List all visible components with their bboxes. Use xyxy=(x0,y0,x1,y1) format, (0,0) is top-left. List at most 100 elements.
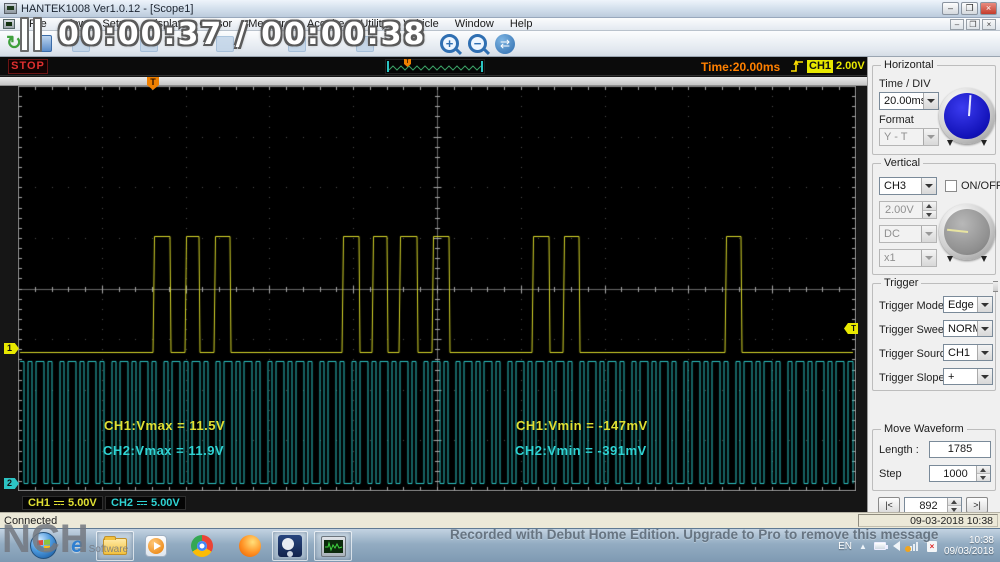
chevron-down-icon[interactable] xyxy=(923,93,938,109)
ch1-badge-value: 5.00V xyxy=(68,497,97,509)
ch2-scale-badge[interactable]: CH2 5.00V xyxy=(105,496,186,510)
trigger-slope-select[interactable]: + xyxy=(943,368,993,385)
menu-item-utility[interactable]: Utility xyxy=(352,18,395,30)
debut-icon xyxy=(278,535,302,557)
mdi-restore-button[interactable]: ❐ xyxy=(966,19,980,30)
zoom-in-icon[interactable]: + xyxy=(440,34,459,53)
toolbar-icon[interactable] xyxy=(288,36,306,52)
trigger-mode-select[interactable]: Edge xyxy=(943,296,993,313)
taskbar-ie[interactable]: e xyxy=(62,531,92,561)
menu-item-view[interactable]: View xyxy=(55,18,95,30)
media-player-icon xyxy=(145,535,167,557)
speaker-icon[interactable] xyxy=(892,541,900,551)
app-icon xyxy=(4,3,17,14)
go-last-button[interactable]: >| xyxy=(966,497,988,513)
taskbar-explorer[interactable] xyxy=(96,531,134,561)
save-icon[interactable] xyxy=(34,35,52,52)
taskbar-hantek[interactable] xyxy=(314,531,352,561)
trigger-sweep-select[interactable]: NORMAL xyxy=(943,320,993,337)
horizontal-position-bar[interactable] xyxy=(0,77,867,86)
taskbar-clock[interactable]: 10:38 09/03/2018 xyxy=(944,535,994,557)
vertical-offset-knob[interactable] xyxy=(939,204,995,262)
time-div-select[interactable]: 20.00ms xyxy=(879,92,939,110)
spin-up-icon xyxy=(948,498,961,506)
panel-splitter-grip[interactable] xyxy=(993,281,998,292)
format-label: Format xyxy=(879,114,914,126)
ch2-vmax-readout: CH2:Vmax = 11.9V xyxy=(103,443,225,458)
ch2-badge-label: CH2 xyxy=(111,497,134,509)
close-button[interactable]: × xyxy=(980,2,997,15)
trigger-row-label: Trigger Slope xyxy=(879,372,945,384)
menu-item-cursor[interactable]: Cursor xyxy=(191,18,240,30)
network-icon[interactable] xyxy=(904,541,920,552)
ch1-scale-badge[interactable]: CH1 5.00V xyxy=(22,496,103,510)
mdi-close-button[interactable]: × xyxy=(982,19,996,30)
chevron-down-icon xyxy=(923,129,938,145)
menu-item-setup[interactable]: Setup xyxy=(94,18,139,30)
minimize-button[interactable]: – xyxy=(942,2,959,15)
move-waveform-group: Move Waveform Length : 1785 Step 1000 xyxy=(872,423,996,491)
ch2-vmin-readout: CH2:Vmin = -391mV xyxy=(515,443,647,458)
toolbar-icon[interactable] xyxy=(72,36,90,52)
ch1-position-marker[interactable]: 1 xyxy=(4,343,19,354)
chevron-down-icon[interactable] xyxy=(977,345,992,360)
toolbar-icon[interactable] xyxy=(140,36,158,52)
menu-item-file[interactable]: File xyxy=(21,18,55,30)
chevron-down-icon[interactable] xyxy=(977,321,992,336)
menu-item-window[interactable]: Window xyxy=(447,18,502,30)
volts-div-spinner: 2.00V xyxy=(879,201,937,219)
toolbar-icon[interactable] xyxy=(356,36,374,52)
menu-item-vehicle[interactable]: Vehicle xyxy=(395,18,446,30)
preview-left-bracket[interactable] xyxy=(387,61,389,72)
ch2-position-marker[interactable]: 2 xyxy=(4,478,19,489)
preview-right-bracket[interactable] xyxy=(481,61,483,72)
menu-item-measure[interactable]: Measure xyxy=(240,18,299,30)
waveform-preview[interactable]: T xyxy=(385,59,485,74)
mdi-minimize-button[interactable]: – xyxy=(950,19,964,30)
menu-items: File View Setup Display Cursor Measure Acquire… xyxy=(21,18,540,30)
vertical-group: Vertical CH3 ON/OFF 2.00V DC x1 xyxy=(872,157,1000,275)
step-spinner[interactable]: 1000 xyxy=(929,465,991,482)
menu-item-help[interactable]: Help xyxy=(502,18,541,30)
start-button[interactable] xyxy=(30,532,57,559)
length-value-box: 1785 xyxy=(929,441,991,458)
trigger-row-label: Trigger Sweep xyxy=(879,324,951,336)
taskbar-firefox[interactable] xyxy=(234,531,266,561)
action-center-flag-icon[interactable]: × xyxy=(926,540,937,552)
language-indicator[interactable]: EN xyxy=(838,541,852,552)
toolbar-icon[interactable] xyxy=(216,36,234,52)
channel-onoff-checkbox[interactable] xyxy=(945,180,957,192)
chevron-down-icon xyxy=(921,226,936,242)
scope-status-strip: STOP T Time:20.00ms CH1 2.00V xyxy=(0,57,867,76)
chevron-down-icon[interactable] xyxy=(977,297,992,312)
step-label: Step xyxy=(879,468,902,480)
tray-expand-icon[interactable]: ▲ xyxy=(859,542,867,551)
vertical-channel-select[interactable]: CH3 xyxy=(879,177,937,195)
taskbar-media-player[interactable] xyxy=(140,531,172,561)
chevron-down-icon[interactable] xyxy=(921,178,936,194)
go-first-button[interactable]: |< xyxy=(878,497,900,513)
spin-down-icon xyxy=(923,210,936,218)
scope-area: STOP T Time:20.00ms CH1 2.00V T 1 2 T CH… xyxy=(0,57,867,512)
windows-flag-icon xyxy=(37,539,50,552)
toolbar: ↻ + − ⇄ xyxy=(0,31,1000,57)
sync-icon[interactable]: ⇄ xyxy=(495,34,515,54)
time-div-label: Time / DIV xyxy=(879,78,931,90)
trigger-source-select[interactable]: CH1 xyxy=(943,344,993,361)
auto-refresh-icon[interactable]: ↻ xyxy=(6,33,22,54)
taskbar-debut[interactable] xyxy=(272,531,308,561)
timebase-knob[interactable] xyxy=(939,88,995,146)
menu-item-acquire[interactable]: Acquire xyxy=(299,18,352,30)
clock-time: 10:38 xyxy=(968,535,994,546)
menu-item-display[interactable]: Display xyxy=(139,18,191,30)
battery-icon[interactable] xyxy=(873,542,888,550)
taskbar-chrome[interactable] xyxy=(186,531,218,561)
horizontal-group: Horizontal Time / DIV 20.00ms Format Y -… xyxy=(872,59,996,155)
zoom-out-icon[interactable]: − xyxy=(468,34,487,53)
hantek-icon xyxy=(320,535,346,557)
folder-icon xyxy=(103,535,127,555)
ie-icon: e xyxy=(71,534,83,557)
maximize-button[interactable]: ❐ xyxy=(961,2,978,15)
position-spinner[interactable]: 892 xyxy=(904,497,962,513)
chevron-down-icon[interactable] xyxy=(977,369,992,384)
